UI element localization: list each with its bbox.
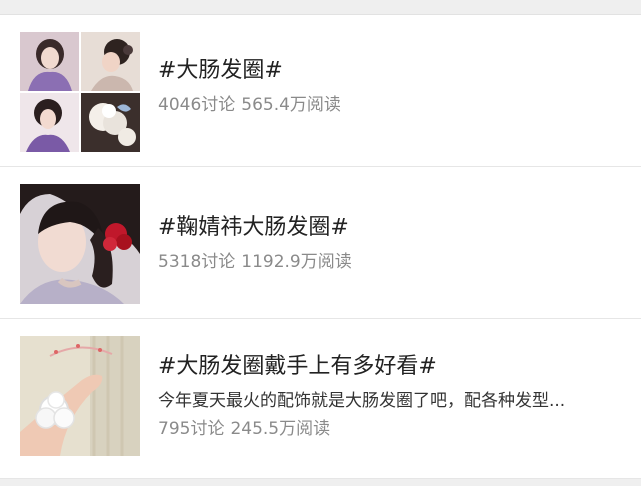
topic-text: #鞠婧祎大肠发圈# 5318讨论 1192.9万阅读 (158, 214, 621, 274)
topic-meta: 5318讨论 1192.9万阅读 (158, 250, 621, 274)
photo-cell (20, 32, 79, 91)
topic-thumbnail[interactable] (20, 184, 140, 304)
read-count: 565.4万阅读 (241, 95, 341, 115)
topic-title[interactable]: #鞠婧祎大肠发圈# (158, 214, 621, 242)
topic-meta: 795讨论 245.5万阅读 (158, 417, 621, 441)
topic-meta: 4046讨论 565.4万阅读 (158, 93, 621, 117)
discussion-count: 795讨论 (158, 419, 225, 439)
read-count: 1192.9万阅读 (241, 252, 352, 272)
discussion-count: 4046讨论 (158, 95, 236, 115)
topic-text: #大肠发圈# 4046讨论 565.4万阅读 (158, 57, 621, 117)
topic-thumbnail[interactable] (20, 336, 140, 456)
topic-item[interactable]: #大肠发圈戴手上有多好看# 今年夏天最火的配饰就是大肠发圈了吧，配各种发型...… (0, 319, 641, 479)
topic-description: 今年夏天最火的配饰就是大肠发圈了吧，配各种发型... (158, 391, 566, 411)
photo-cell (81, 32, 140, 91)
read-count: 245.5万阅读 (230, 419, 331, 439)
topic-thumbnail[interactable] (20, 32, 140, 152)
discussion-count: 5318讨论 (158, 252, 236, 272)
topic-item[interactable]: #大肠发圈# 4046讨论 565.4万阅读 (0, 15, 641, 167)
topic-title[interactable]: #大肠发圈戴手上有多好看# (158, 353, 621, 381)
topic-title[interactable]: #大肠发圈# (158, 57, 621, 85)
topic-item[interactable]: #鞠婧祎大肠发圈# 5318讨论 1192.9万阅读 (0, 167, 641, 319)
photo-cell (81, 93, 140, 152)
photo-cell (20, 93, 79, 152)
topic-list: #大肠发圈# 4046讨论 565.4万阅读 #鞠婧祎大肠发圈# 5318讨论 … (0, 15, 641, 479)
top-bar (0, 0, 641, 15)
topic-text: #大肠发圈戴手上有多好看# 今年夏天最火的配饰就是大肠发圈了吧，配各种发型...… (158, 353, 621, 441)
